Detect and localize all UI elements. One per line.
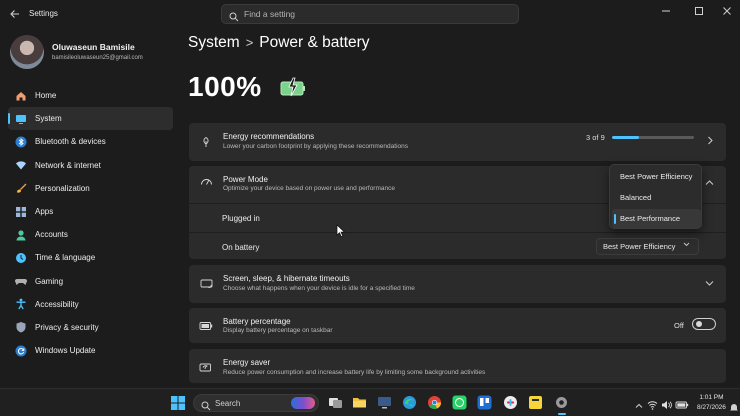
- sidebar-item-accounts[interactable]: Accounts: [8, 223, 173, 246]
- energy-recommendations-card[interactable]: Energy recommendations Lower your carbon…: [189, 123, 726, 161]
- clock-date: 8/27/2026: [697, 403, 726, 411]
- settings-icon[interactable]: [554, 395, 569, 415]
- user-name: Oluwaseun Bamisile: [52, 42, 135, 52]
- leaf-icon: [199, 135, 213, 149]
- breadcrumb-parent[interactable]: System: [188, 34, 240, 51]
- screen-sleep-card[interactable]: Screen, sleep, & hibernate timeouts Choo…: [189, 265, 726, 303]
- back-arrow-icon[interactable]: [9, 8, 21, 20]
- sidebar-nav: Home System Bluetooth & devices Network …: [8, 84, 173, 362]
- recommendations-progress-bar: [612, 136, 694, 139]
- plugged-in-dropdown-menu: Best Power Efficiency Balanced Best Perf…: [609, 164, 702, 229]
- on-battery-label: On battery: [222, 243, 260, 252]
- edge-icon[interactable]: [402, 395, 417, 410]
- breadcrumb: System > Power & battery: [188, 34, 370, 52]
- screen-sleep-icon: [199, 277, 213, 291]
- notification-bell-icon[interactable]: [730, 399, 738, 416]
- windows-start-icon[interactable]: [171, 396, 185, 415]
- sidebar-item-accessibility[interactable]: Accessibility: [8, 293, 173, 316]
- battery-icon[interactable]: [675, 397, 689, 415]
- battery-percentage-value: 100%: [188, 71, 262, 102]
- person-icon: [15, 229, 27, 241]
- update-icon: [15, 345, 27, 357]
- option-best-performance[interactable]: Best Performance: [612, 209, 701, 228]
- chevron-down-icon: [683, 242, 690, 249]
- sidebar-item-system[interactable]: System: [8, 107, 173, 131]
- search-icon: [229, 9, 239, 27]
- sidebar-item-personalization[interactable]: Personalization: [8, 177, 173, 200]
- avatar[interactable]: [10, 35, 44, 69]
- taskbar-clock[interactable]: 1:01 PM 8/27/2026: [697, 393, 726, 412]
- controller-icon: [15, 275, 27, 287]
- user-email: bamisileoluwaseun25@gmail.com: [52, 55, 143, 61]
- divider: [189, 232, 726, 233]
- page-title: Power & battery: [259, 34, 370, 51]
- monitor-icon: [15, 113, 27, 125]
- energy-saver-icon: [199, 360, 213, 374]
- search-box[interactable]: [221, 4, 519, 24]
- sidebar-item-bluetooth[interactable]: Bluetooth & devices: [8, 130, 173, 153]
- toggle-state-label: Off: [674, 321, 684, 330]
- toggle-knob: [696, 321, 702, 327]
- sidebar-item-home[interactable]: Home: [8, 84, 173, 107]
- apps-icon: [15, 206, 27, 218]
- power-mode-icon: [199, 175, 213, 189]
- chevron-right-icon[interactable]: [706, 136, 714, 147]
- chevron-up-icon[interactable]: [635, 397, 643, 415]
- trello-icon[interactable]: [477, 395, 492, 410]
- mouse-pointer-icon: [336, 224, 346, 238]
- search-icon: [201, 398, 211, 416]
- file-explorer-icon[interactable]: [352, 395, 367, 410]
- plugged-in-label: Plugged in: [222, 214, 260, 223]
- minimize-icon[interactable]: [661, 6, 671, 19]
- maximize-icon[interactable]: [694, 6, 704, 19]
- globe-clock-icon: [15, 252, 27, 264]
- home-icon: [15, 90, 27, 102]
- title-bar: Settings: [0, 0, 740, 28]
- recommendations-progress-fill: [612, 136, 640, 139]
- energy-saver-card: Energy saver Reduce power consumption an…: [189, 349, 726, 383]
- sidebar-item-time-language[interactable]: Time & language: [8, 246, 173, 269]
- battery-percentage-card: Battery percentage Display battery perce…: [189, 308, 726, 343]
- taskbar-search[interactable]: Search: [193, 394, 319, 412]
- taskbar: Search 1:01 PM 8/27/2026: [0, 388, 740, 416]
- battery-percentage-toggle[interactable]: [692, 318, 716, 330]
- recommendations-progress-text: 3 of 9: [586, 133, 605, 142]
- breadcrumb-separator: >: [245, 35, 254, 50]
- shield-icon: [15, 321, 27, 333]
- battery-icon: [199, 319, 213, 333]
- sticky-notes-icon[interactable]: [528, 395, 543, 410]
- on-battery-dropdown[interactable]: Best Power Efficiency: [596, 238, 699, 255]
- battery-charging-icon: [278, 75, 308, 104]
- slack-icon[interactable]: [503, 395, 518, 410]
- bluetooth-icon: [15, 136, 27, 148]
- sidebar-item-windows-update[interactable]: Windows Update: [8, 339, 173, 362]
- search-highlight-icon: [291, 397, 315, 409]
- close-icon[interactable]: [722, 6, 732, 19]
- wifi-icon[interactable]: [647, 397, 658, 415]
- volume-icon[interactable]: [661, 397, 672, 415]
- sidebar-item-privacy-security[interactable]: Privacy & security: [8, 316, 173, 339]
- brush-icon: [15, 182, 27, 194]
- monitor-app-icon[interactable]: [377, 395, 392, 410]
- option-balanced[interactable]: Balanced: [612, 188, 701, 207]
- wifi-icon: [15, 159, 27, 171]
- sidebar-item-apps[interactable]: Apps: [8, 200, 173, 223]
- search-input[interactable]: [244, 7, 504, 21]
- chrome-icon[interactable]: [427, 395, 442, 410]
- chevron-up-icon[interactable]: [705, 179, 714, 189]
- sidebar-item-gaming[interactable]: Gaming: [8, 270, 173, 293]
- sidebar-item-network[interactable]: Network & internet: [8, 154, 173, 177]
- accessibility-icon: [15, 298, 27, 310]
- whatsapp-icon[interactable]: [452, 395, 467, 410]
- app-title: Settings: [29, 9, 58, 18]
- chevron-down-icon[interactable]: [705, 279, 714, 289]
- task-view-icon[interactable]: [328, 395, 343, 410]
- clock-time: 1:01 PM: [699, 394, 724, 401]
- option-best-power-efficiency[interactable]: Best Power Efficiency: [612, 167, 701, 186]
